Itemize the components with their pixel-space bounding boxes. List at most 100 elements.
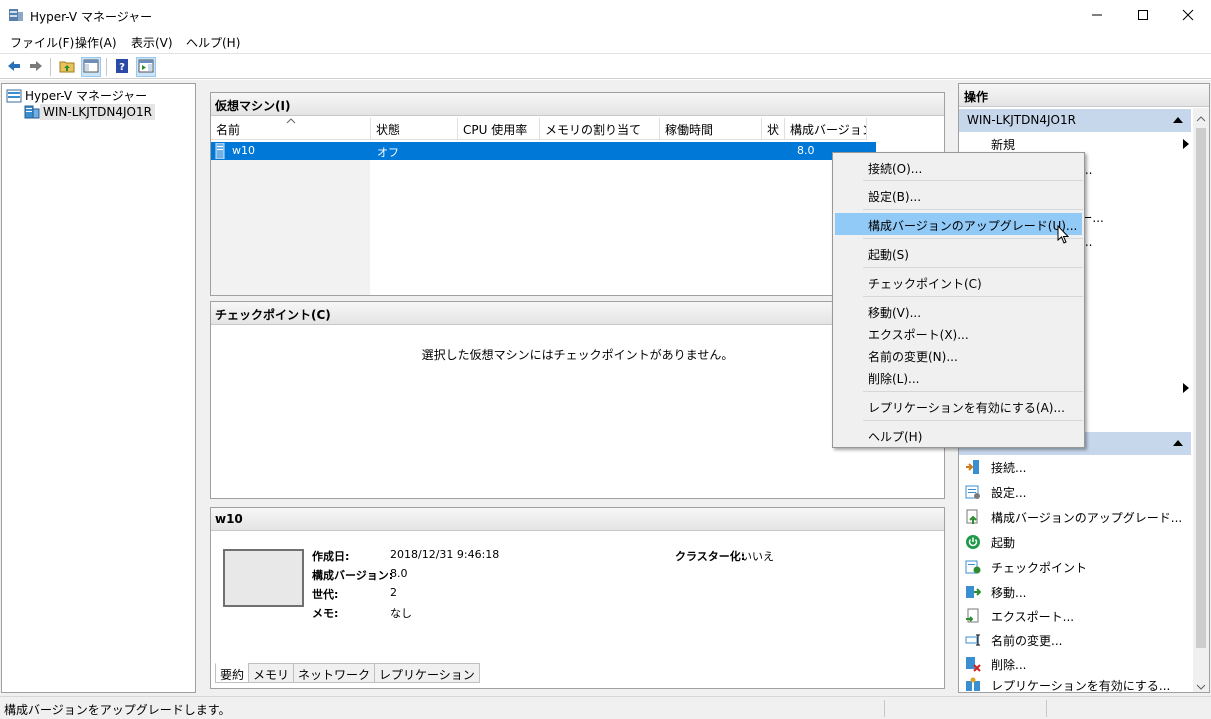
col-state[interactable]: 状態 <box>371 118 458 140</box>
maximize-button[interactable] <box>1120 0 1166 30</box>
generation-label: 世代: <box>312 588 339 601</box>
toolbar: ? <box>0 53 1211 79</box>
delete-icon <box>965 656 981 672</box>
connect-icon <box>965 459 981 475</box>
tab-summary[interactable]: 要約 <box>215 663 250 683</box>
ctx-export[interactable]: エクスポート(X)... <box>835 322 1082 344</box>
generation-value: 2 <box>390 586 397 599</box>
show-hide-action-pane-button[interactable] <box>136 57 156 77</box>
action-settings[interactable]: 設定... <box>965 481 1191 503</box>
details-tabs: 要約 メモリ ネットワーク レプリケーション <box>215 663 480 683</box>
action-enable-replication[interactable]: レプリケーションを有効にする... <box>965 677 1191 693</box>
details-pane: w10 作成日: 2018/12/31 9:46:18 構成バージョン: 8.0… <box>210 507 945 689</box>
action-move[interactable]: 移動... <box>965 581 1191 603</box>
svg-text:?: ? <box>119 62 125 73</box>
title-bar: Hyper-V マネージャー <box>0 0 1211 31</box>
tab-replication[interactable]: レプリケーション <box>374 663 480 683</box>
tree-label-server: WIN-LKJTDN4JO1R <box>40 104 155 120</box>
forward-button[interactable] <box>26 57 46 77</box>
action-pane-title: 操作 <box>959 84 1209 107</box>
collapse-icon <box>1173 440 1183 446</box>
forward-arrow-icon <box>28 58 44 77</box>
console-tree-icon <box>83 58 99 77</box>
ctx-help[interactable]: ヘルプ(H) <box>835 424 1082 446</box>
checkpoint-icon <box>965 559 981 575</box>
action-connect[interactable]: 接続... <box>965 456 1191 478</box>
scrollbar-thumb[interactable] <box>1196 128 1206 648</box>
replication-icon <box>965 677 981 693</box>
vm-row[interactable]: w10 オフ 8.0 <box>211 142 876 160</box>
version-value: 8.0 <box>390 567 408 580</box>
action-start-label: 起動 <box>991 535 1016 550</box>
details-pane-title: w10 <box>211 508 944 531</box>
action-view-submenu[interactable] <box>1089 377 1191 399</box>
submenu-arrow-icon <box>1183 139 1189 149</box>
mouse-cursor-icon <box>1057 224 1071 248</box>
action-checkpoint[interactable]: チェックポイント <box>965 556 1191 578</box>
back-button[interactable] <box>4 57 24 77</box>
action-start[interactable]: 起動 <box>965 531 1191 553</box>
col-status[interactable]: 状 <box>762 118 785 140</box>
submenu-arrow-icon <box>1183 383 1189 393</box>
action-pane-icon <box>138 58 154 77</box>
vm-grid-header: 名前 状態 CPU 使用率 メモリの割り当て 稼働時間 状 構成バージョン <box>211 118 876 140</box>
cluster-label: クラスター化: <box>675 550 746 563</box>
action-rename[interactable]: 名前の変更... <box>965 629 1191 651</box>
col-memory[interactable]: メモリの割り当て <box>540 118 660 140</box>
version-label: 構成バージョン: <box>312 569 394 582</box>
tab-network[interactable]: ネットワーク <box>293 663 376 683</box>
back-arrow-icon <box>6 58 22 77</box>
help-book-icon: ? <box>114 58 130 77</box>
col-uptime[interactable]: 稼働時間 <box>660 118 762 140</box>
vm-icon <box>215 142 225 162</box>
settings-icon <box>965 484 981 500</box>
tab-memory[interactable]: メモリ <box>248 663 295 683</box>
minimize-button[interactable] <box>1074 0 1120 30</box>
ctx-connect[interactable]: 接続(O)... <box>835 156 1082 178</box>
action-move-label: 移動... <box>991 585 1027 600</box>
vm-state: オフ <box>377 146 399 159</box>
memo-value: なし <box>390 607 412 620</box>
ctx-move[interactable]: 移動(V)... <box>835 300 1082 322</box>
close-button[interactable] <box>1165 0 1211 30</box>
context-menu: 接続(O)... 設定(B)... 構成バージョンのアップグレード(U)... … <box>832 152 1085 448</box>
ctx-enable-replication[interactable]: レプリケーションを有効にする(A)... <box>835 395 1082 417</box>
ctx-checkpoint[interactable]: チェックポイント(C) <box>835 271 1082 293</box>
scroll-up-icon[interactable] <box>1196 112 1206 126</box>
action-rename-label: 名前の変更... <box>991 633 1063 648</box>
ctx-settings[interactable]: 設定(B)... <box>835 184 1082 206</box>
show-hide-tree-button[interactable] <box>81 57 101 77</box>
menu-action[interactable]: 操作(A) <box>75 34 117 51</box>
action-upgrade-config[interactable]: 構成バージョンのアップグレード... <box>965 506 1191 528</box>
ctx-rename[interactable]: 名前の変更(N)... <box>835 344 1082 366</box>
up-folder-button[interactable] <box>57 57 77 77</box>
folder-up-icon <box>59 58 75 77</box>
menu-view[interactable]: 表示(V) <box>131 34 173 51</box>
action-export-label: エクスポート... <box>991 609 1075 624</box>
tree-label-root: Hyper-V マネージャー <box>25 89 148 103</box>
action-delete[interactable]: 削除... <box>965 653 1191 675</box>
hyperv-manager-icon <box>6 88 22 104</box>
hyperv-app-icon <box>8 7 24 23</box>
help-button[interactable]: ? <box>112 57 132 77</box>
status-bar: 構成バージョンをアップグレードします。 <box>0 696 1211 719</box>
ctx-delete[interactable]: 削除(L)... <box>835 366 1082 388</box>
action-export[interactable]: エクスポート... <box>965 605 1191 627</box>
scroll-down-icon[interactable] <box>1196 680 1206 694</box>
menu-file[interactable]: ファイル(F) <box>10 34 74 51</box>
action-pane-scrollbar[interactable] <box>1193 108 1209 692</box>
col-config-version[interactable]: 構成バージョン <box>785 118 867 140</box>
menu-help[interactable]: ヘルプ(H) <box>186 34 240 51</box>
ctx-start[interactable]: 起動(S) <box>835 242 1082 264</box>
sort-ascending-icon <box>286 117 296 127</box>
cluster-value: いいえ <box>741 550 774 563</box>
vm-config-version: 8.0 <box>797 144 815 157</box>
action-new-label: 新規 <box>991 137 1016 152</box>
upgrade-icon <box>965 509 981 525</box>
tree-item-hyperv-manager[interactable]: Hyper-V マネージャー <box>6 86 150 105</box>
export-icon <box>965 608 981 624</box>
tree-item-server[interactable]: WIN-LKJTDN4JO1R <box>24 104 155 120</box>
col-cpu[interactable]: CPU 使用率 <box>458 118 540 140</box>
action-group-server[interactable]: WIN-LKJTDN4JO1R <box>959 109 1191 132</box>
ctx-upgrade-config[interactable]: 構成バージョンのアップグレード(U)... <box>835 213 1082 235</box>
